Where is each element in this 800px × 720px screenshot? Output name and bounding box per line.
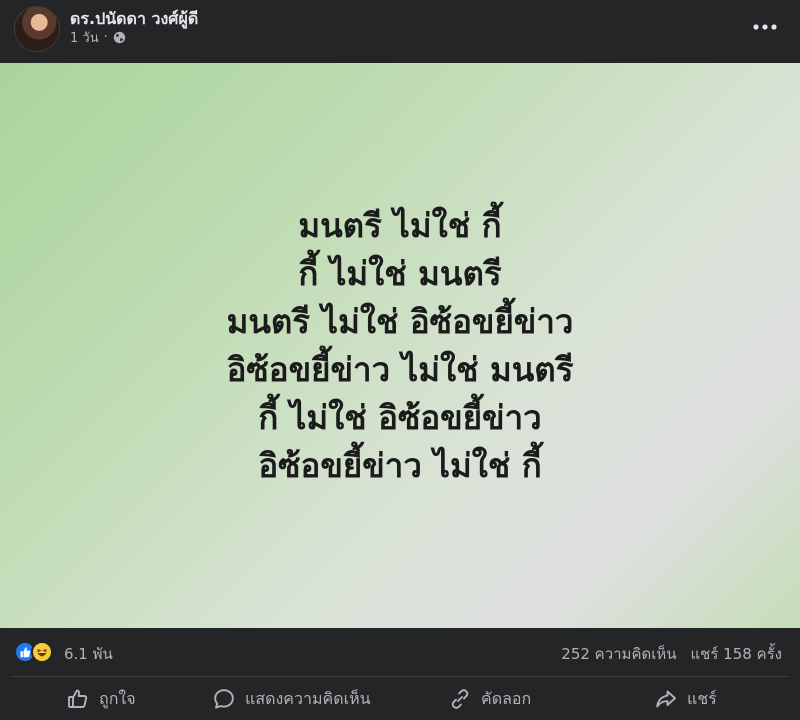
text-post-content[interactable]: มนตรี ไม่ใช่ กี้ กี้ ไม่ใช่ มนตรี มนตรี …: [0, 63, 800, 628]
comment-button-label: แสดงความคิดเห็น: [245, 688, 371, 708]
more-options-button[interactable]: [748, 12, 782, 36]
post-action-bar: ถูกใจ แสดงความคิดเห็น คัดลอก แชร์: [0, 676, 800, 720]
post-meta: 1 วัน ·: [70, 27, 126, 48]
reaction-icons[interactable]: [14, 641, 56, 663]
share-button-label: แชร์: [687, 688, 717, 708]
text-post-line: กี้ ไม่ใช่ มนตรี: [298, 253, 502, 293]
share-arrow-icon: [654, 687, 678, 711]
share-button[interactable]: แชร์: [654, 684, 717, 714]
reaction-count[interactable]: 6.1 พัน: [64, 642, 113, 666]
thumbs-up-icon: [66, 687, 90, 711]
facebook-post: ดร.ปนัดดา วงศ์ผู้ดี 1 วัน · มนตรี ไม่ใช่…: [0, 0, 800, 720]
copy-link-button-label: คัดลอก: [481, 688, 532, 708]
copy-link-button[interactable]: คัดลอก: [448, 684, 531, 714]
share-count[interactable]: แชร์ 158 ครั้ง: [691, 642, 783, 666]
text-post-line: มนตรี ไม่ใช่ กี้: [298, 205, 502, 245]
text-post-line: อิซ้อขยี้ข่าว ไม่ใช่ มนตรี: [226, 349, 574, 389]
comment-count[interactable]: 252 ความคิดเห็น: [561, 642, 676, 666]
post-meta-separator: ·: [103, 29, 108, 45]
text-post-line: กี้ ไม่ใช่ อิซ้อขยี้ข่าว: [258, 397, 542, 437]
like-button-label: ถูกใจ: [99, 688, 136, 708]
engagement-summary: 6.1 พัน 252 ความคิดเห็น แชร์ 158 ครั้ง: [0, 628, 800, 676]
avatar[interactable]: [14, 6, 60, 52]
text-post-line: มนตรี ไม่ใช่ อิซ้อขยี้ข่าว: [226, 301, 574, 341]
text-post-line: อิซ้อขยี้ข่าว ไม่ใช่ กี้: [258, 445, 542, 485]
more-horizontal-icon: [753, 15, 777, 34]
summary-counts: 252 ความคิดเห็น แชร์ 158 ครั้ง: [561, 642, 782, 666]
post-header: ดร.ปนัดดา วงศ์ผู้ดี 1 วัน ·: [0, 0, 800, 60]
link-icon: [448, 687, 472, 711]
globe-icon[interactable]: [113, 31, 126, 44]
haha-reaction-icon: [31, 641, 53, 663]
comment-bubble-icon: [212, 687, 236, 711]
like-button[interactable]: ถูกใจ: [66, 684, 136, 714]
post-time[interactable]: 1 วัน: [70, 27, 99, 48]
comment-button[interactable]: แสดงความคิดเห็น: [212, 684, 371, 714]
